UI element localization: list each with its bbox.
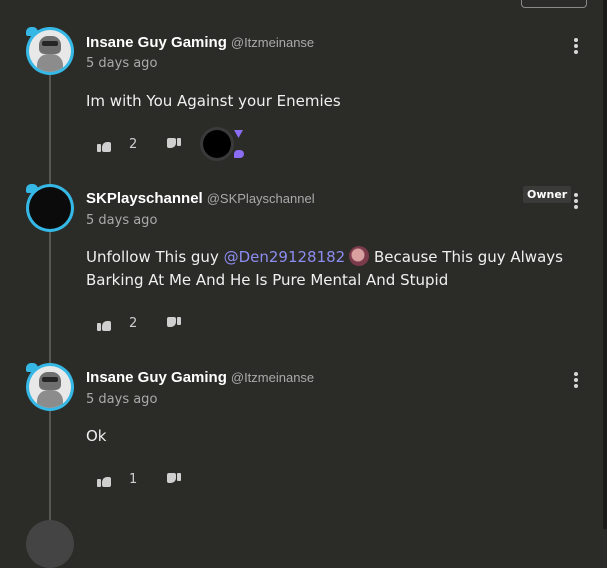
dark-avatar-icon <box>29 187 71 229</box>
avatar[interactable] <box>26 520 74 568</box>
avatar[interactable] <box>26 27 74 75</box>
right-panel-edge <box>603 0 607 529</box>
mention-avatar <box>349 246 370 266</box>
more-vertical-icon[interactable] <box>574 193 578 209</box>
like-count: 1 <box>129 472 138 487</box>
like-count: 2 <box>129 137 138 152</box>
comment-time[interactable]: 5 days ago <box>86 392 157 407</box>
robot-avatar-icon <box>29 366 71 408</box>
comment-time[interactable]: 5 days ago <box>86 56 157 71</box>
creator-heart-icon <box>234 130 243 138</box>
thread-line <box>49 72 51 529</box>
thumbs-up-icon[interactable] <box>97 473 111 487</box>
avatar[interactable] <box>26 363 74 411</box>
avatar[interactable] <box>26 184 74 232</box>
more-vertical-icon[interactable] <box>574 372 578 388</box>
author-name[interactable]: Insane Guy Gaming <box>86 34 227 51</box>
author-handle[interactable]: @SKPlayschannel <box>207 191 315 206</box>
comment-author[interactable]: SKPlayschannel @SKPlayschannel <box>86 190 315 207</box>
creator-avatar <box>203 130 231 158</box>
author-name[interactable]: SKPlayschannel <box>86 190 203 207</box>
thumbs-down-icon[interactable] <box>167 138 181 152</box>
robot-avatar-icon <box>29 30 71 72</box>
like-count: 2 <box>129 316 138 331</box>
comment-text: Ok <box>86 427 107 445</box>
mention-link[interactable]: @Den29128182 <box>224 248 346 266</box>
thumbs-up-icon[interactable] <box>97 317 111 331</box>
comment-author[interactable]: Insane Guy Gaming @Itzmeinanse <box>86 34 314 51</box>
thumbs-down-icon[interactable] <box>167 317 181 331</box>
top-button[interactable] <box>521 0 587 8</box>
more-vertical-icon[interactable] <box>574 38 578 54</box>
comment-author[interactable]: Insane Guy Gaming @Itzmeinanse <box>86 369 314 386</box>
comment-text-part: Unfollow This guy <box>86 248 224 266</box>
comment-time[interactable]: 5 days ago <box>86 213 157 228</box>
author-name[interactable]: Insane Guy Gaming <box>86 369 227 386</box>
comment-text: Im with You Against your Enemies <box>86 92 341 110</box>
author-handle[interactable]: @Itzmeinanse <box>231 35 314 50</box>
reply-bubble-icon <box>234 150 244 158</box>
author-handle[interactable]: @Itzmeinanse <box>231 370 314 385</box>
owner-badge: Owner <box>523 186 572 203</box>
comment-text: Unfollow This guy @Den29128182 Because T… <box>86 246 586 292</box>
thumbs-down-icon[interactable] <box>167 473 181 487</box>
thumbs-up-icon[interactable] <box>97 138 111 152</box>
